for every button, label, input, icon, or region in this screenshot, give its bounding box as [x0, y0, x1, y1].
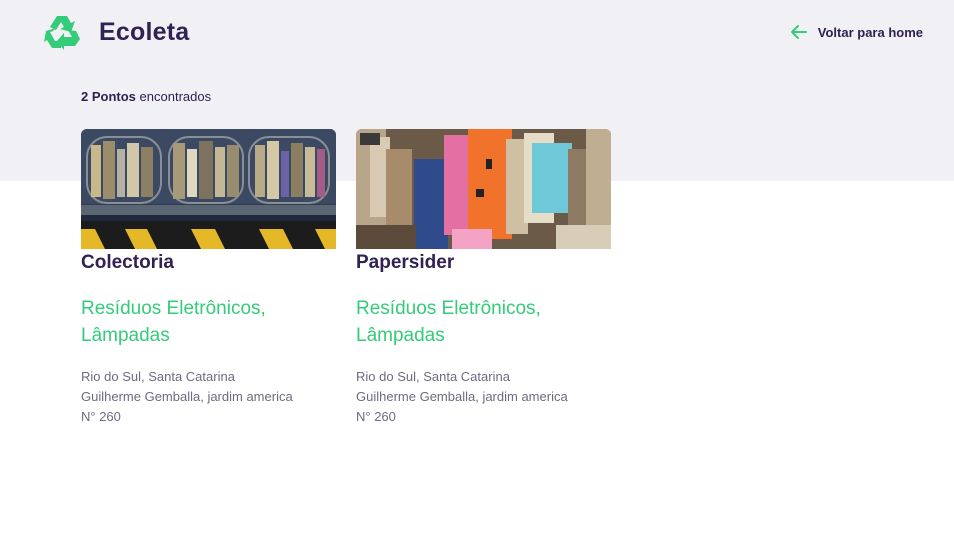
logo[interactable]: Ecoleta — [42, 12, 189, 52]
point-name: Colectoria — [81, 252, 174, 273]
results-count: 2 Pontos encontrados — [81, 89, 211, 104]
point-image — [81, 129, 336, 249]
point-city: Rio do Sul, Santa Catarina — [81, 369, 235, 384]
back-to-home-link[interactable]: Voltar para home — [790, 23, 923, 41]
point-items-line: Resíduos Eletrônicos, — [81, 298, 266, 319]
results-count-number: 2 Pontos — [81, 89, 136, 104]
point-items-line: Lâmpadas — [356, 325, 445, 346]
point-number: N° 260 — [356, 409, 396, 424]
point-name: Papersider — [356, 252, 455, 273]
point-card[interactable]: Colectoria Resíduos Eletrônicos, Lâmpada… — [81, 129, 336, 427]
point-items-line: Resíduos Eletrônicos, — [356, 298, 541, 319]
back-link-label: Voltar para home — [817, 24, 923, 40]
point-items-line: Lâmpadas — [81, 325, 170, 346]
arrow-left-icon — [790, 25, 807, 39]
point-image — [356, 129, 611, 249]
results-count-suffix: encontrados — [139, 89, 212, 104]
point-number: N° 260 — [81, 409, 121, 424]
point-items: Resíduos Eletrônicos, Lâmpadas — [356, 295, 611, 349]
point-street: Guilherme Gemballa, jardim america — [81, 389, 293, 404]
app-name: Ecoleta — [99, 17, 190, 46]
point-city: Rio do Sul, Santa Catarina — [356, 369, 510, 384]
point-items: Resíduos Eletrônicos, Lâmpadas — [81, 295, 336, 349]
recycle-icon — [44, 16, 80, 50]
point-card[interactable]: Papersider Resíduos Eletrônicos, Lâmpada… — [356, 129, 611, 427]
point-address: Rio do Sul, Santa Catarina Guilherme Gem… — [356, 367, 611, 427]
point-address: Rio do Sul, Santa Catarina Guilherme Gem… — [81, 367, 336, 427]
page-header: Ecoleta Voltar para home — [0, 0, 954, 70]
point-street: Guilherme Gemballa, jardim america — [356, 389, 568, 404]
